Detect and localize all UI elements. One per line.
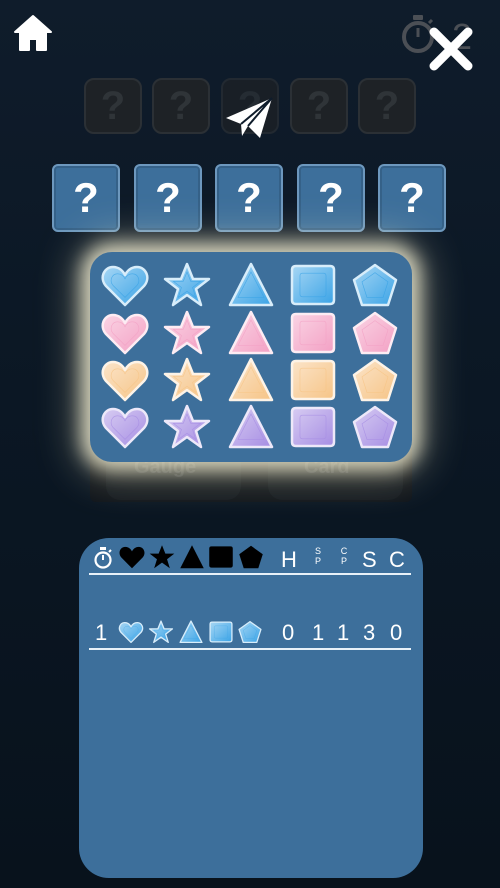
- header-sp: S P: [314, 546, 321, 566]
- orange-square-gem[interactable]: [288, 357, 338, 403]
- row-value-sp: 1: [312, 620, 325, 645]
- answer-slot-1[interactable]: ?: [52, 164, 120, 232]
- blue-star-gem[interactable]: [162, 262, 212, 308]
- pink-triangle-gem[interactable]: [226, 310, 276, 356]
- row-value-s: 3: [363, 620, 376, 645]
- answer-slot-2[interactable]: ?: [134, 164, 202, 232]
- pentagon-icon: [237, 544, 265, 570]
- pink-star-gem[interactable]: [162, 310, 212, 356]
- purple-square-gem[interactable]: [288, 404, 338, 450]
- row-value-cp: 1: [337, 620, 350, 645]
- row-divider: [89, 648, 411, 650]
- row-pentagon-gem: [237, 620, 263, 644]
- blue-pentagon-gem[interactable]: [350, 262, 400, 308]
- answer-slot-5[interactable]: ?: [378, 164, 446, 232]
- row-star-gem: [148, 620, 174, 644]
- history-panel: [79, 538, 423, 878]
- orange-pentagon-gem[interactable]: [350, 357, 400, 403]
- row-value-h: 0: [282, 620, 295, 645]
- header-c: C: [389, 547, 405, 572]
- close-button[interactable]: [426, 24, 476, 74]
- pink-pentagon-gem[interactable]: [350, 310, 400, 356]
- row-triangle-gem: [178, 620, 204, 644]
- row-heart-gem: [118, 620, 144, 644]
- pink-heart-gem[interactable]: [100, 310, 150, 356]
- home-button[interactable]: [12, 12, 54, 54]
- orange-star-gem[interactable]: [162, 357, 212, 403]
- ghost-slot: ?: [358, 78, 416, 134]
- paper-plane-icon[interactable]: [224, 96, 274, 142]
- ghost-slot: ?: [290, 78, 348, 134]
- header-h: H: [281, 547, 297, 572]
- star-icon: [148, 544, 176, 570]
- blue-heart-gem[interactable]: [100, 262, 150, 308]
- ghost-slot: ?: [84, 78, 142, 134]
- ghost-slot: ?: [152, 78, 210, 134]
- close-icon: [429, 27, 473, 71]
- square-icon: [207, 544, 235, 570]
- header-cp: C P: [340, 546, 348, 566]
- answer-slot-3[interactable]: ?: [215, 164, 283, 232]
- blue-triangle-gem[interactable]: [226, 262, 276, 308]
- purple-pentagon-gem[interactable]: [350, 404, 400, 450]
- answer-slot-4[interactable]: ?: [297, 164, 365, 232]
- home-icon: [14, 15, 52, 51]
- pink-square-gem[interactable]: [288, 310, 338, 356]
- triangle-icon: [178, 544, 206, 570]
- row-square-gem: [208, 620, 234, 644]
- row-value-c: 0: [390, 620, 403, 645]
- header-s: S: [362, 547, 377, 572]
- purple-heart-gem[interactable]: [100, 404, 150, 450]
- heart-icon: [118, 544, 146, 570]
- purple-triangle-gem[interactable]: [226, 404, 276, 450]
- orange-triangle-gem[interactable]: [226, 357, 276, 403]
- row-turn-number: 1: [95, 620, 108, 645]
- orange-heart-gem[interactable]: [100, 357, 150, 403]
- header-divider: [89, 573, 411, 575]
- stopwatch-icon: [94, 547, 112, 569]
- blue-square-gem[interactable]: [288, 262, 338, 308]
- purple-star-gem[interactable]: [162, 404, 212, 450]
